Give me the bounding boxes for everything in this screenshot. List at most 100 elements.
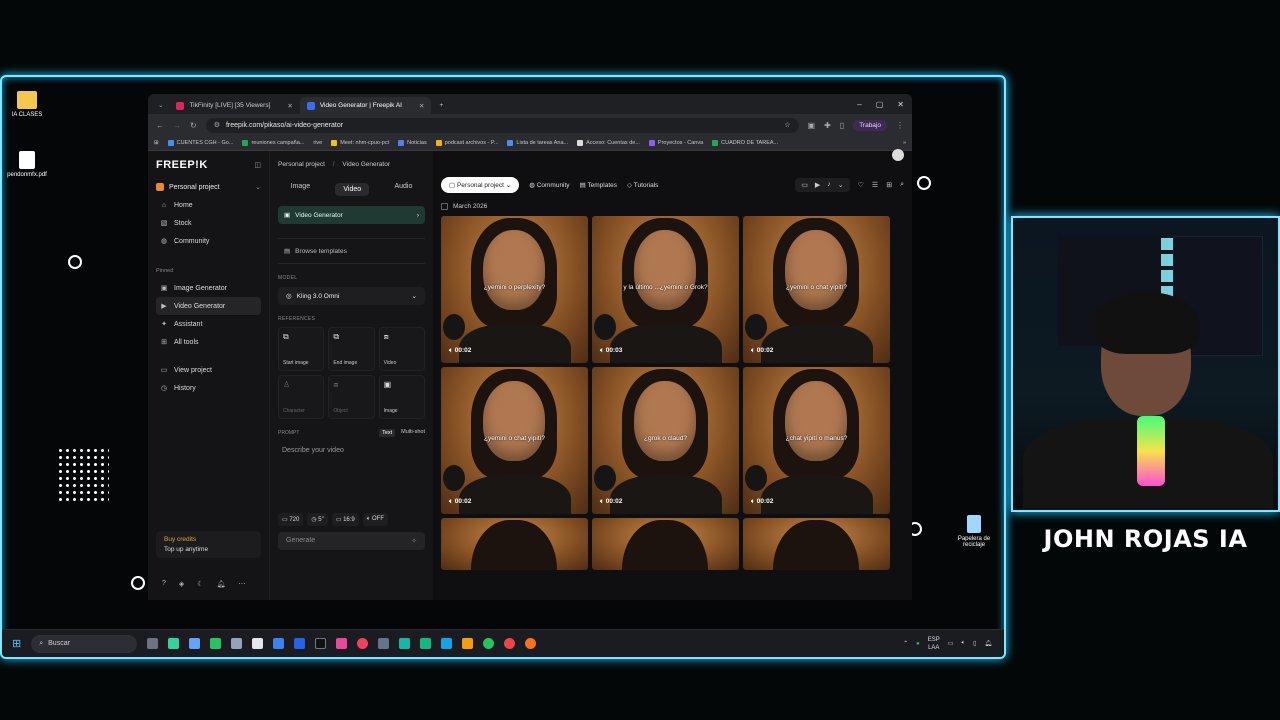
nav-history[interactable]: ◷ History [156, 379, 261, 397]
filter-tutorials[interactable]: ◇ Tutorials [627, 181, 658, 189]
duration-option[interactable]: ◷ 5" [307, 513, 328, 526]
tab-audio[interactable]: Audio [394, 183, 412, 196]
ref-end-image[interactable]: ⧉ End image [328, 327, 375, 371]
buy-credits-card[interactable]: Buy credits Top up anytime [156, 531, 261, 558]
tool-selector[interactable]: ▣ Video Generator › [278, 206, 425, 224]
chrome-icon[interactable] [525, 638, 537, 649]
chevron-up-icon[interactable]: ⌃ [903, 640, 908, 647]
profile-chip[interactable]: Trabajo [853, 119, 887, 131]
media-type-filter[interactable]: ▭ ▶ ♪ ⌄ [795, 178, 850, 192]
play-icon[interactable] [210, 638, 222, 649]
more-menu-icon[interactable]: ⋮ [896, 121, 904, 130]
select-all-checkbox[interactable] [441, 203, 448, 210]
tab-tikfinity[interactable]: TikFinity [LIVE] [35 Viewers] ✕ [169, 97, 299, 114]
close-window-icon[interactable]: ✕ [897, 100, 904, 109]
microphone-icon[interactable]: ● [916, 641, 920, 647]
capcut-icon[interactable] [315, 638, 327, 649]
sidepanel-icon[interactable]: ▯ [840, 121, 844, 130]
bookmark[interactable]: Lista de tareas Ana... [507, 140, 568, 146]
avatar[interactable] [892, 149, 904, 161]
model-select[interactable]: ◎ Kling 3.0 Omni ⌄ [278, 287, 425, 305]
network-icon[interactable]: ▭ [948, 640, 954, 647]
nav-community[interactable]: ◍ Community [156, 232, 261, 250]
taskbar-search[interactable]: ⌕ Buscar [31, 634, 138, 653]
browse-templates-button[interactable]: ▤ Browse templates [278, 238, 425, 264]
volume-icon[interactable]: 🔈︎ [961, 640, 965, 647]
apps-grid-icon[interactable]: ⊞ [154, 140, 159, 146]
tab-video-generator[interactable]: Video Generator | Freepik AI ✕ [299, 97, 432, 114]
ref-video[interactable]: ⧈ Video [378, 327, 425, 371]
project-selector[interactable]: Personal project ⌄ [156, 183, 261, 191]
new-tab-icon[interactable]: + [431, 102, 451, 114]
bookmark[interactable]: CUENTES CGH - Go... [167, 140, 233, 146]
app-icon[interactable] [441, 638, 453, 649]
video-card[interactable]: ¿yemini o chat yipití? 🔈︎ 00:02 [743, 216, 890, 363]
ref-start-image[interactable]: ⧉ Start image [278, 327, 325, 371]
vpn-icon[interactable] [420, 638, 432, 649]
nav-home[interactable]: ⌂ Home [156, 197, 261, 214]
bookmark[interactable]: Acceso: Cuentas de... [577, 140, 640, 146]
theme-moon-icon[interactable]: ☾ [197, 580, 203, 588]
ref-image[interactable]: ▣ Image [378, 375, 425, 419]
video-card[interactable]: ¿grok o claud? 🔈︎ 00:02 [592, 367, 739, 514]
url-input[interactable]: ⚙ freepik.com/pikaso/ai-video-generator … [205, 117, 799, 133]
bookmark-star-icon[interactable]: ☆ [784, 121, 790, 129]
filter-templates[interactable]: ▤ Templates [580, 181, 617, 189]
video-card[interactable] [441, 518, 588, 570]
site-info-icon[interactable]: ⚙ [214, 121, 220, 129]
more-icon[interactable]: ⋯ [238, 580, 245, 588]
copilot-icon[interactable] [168, 638, 180, 649]
maximize-icon[interactable]: ▢ [876, 100, 884, 109]
more-bookmarks-icon[interactable]: » [903, 140, 906, 146]
chrome-icon[interactable] [504, 638, 516, 649]
bookmark[interactable]: Meet: nhm-cpuo-pct [331, 140, 389, 146]
desktop-icon-ia-clases[interactable]: IA CLASES [2, 91, 52, 118]
file-explorer-icon[interactable] [462, 638, 474, 649]
tab-video[interactable]: Video [335, 183, 370, 196]
bookmark[interactable]: CUADRO DE TAREA... [712, 140, 778, 146]
app-icon[interactable] [273, 638, 285, 649]
language-indicator[interactable]: ESP LAA [928, 636, 940, 652]
layers-icon[interactable]: ◈ [179, 580, 184, 588]
prompt-input[interactable]: Describe your video [278, 443, 425, 513]
help-icon[interactable]: ? [162, 580, 166, 588]
edge-icon[interactable] [399, 638, 411, 649]
back-icon[interactable]: ← [156, 121, 164, 130]
collapse-sidebar-icon[interactable]: ◫ [254, 161, 261, 169]
battery-icon[interactable]: ▯ [973, 640, 976, 647]
filter-community[interactable]: ◍ Community [529, 181, 569, 189]
settings-sliders-icon[interactable]: ☰ [872, 181, 878, 189]
store-icon[interactable] [189, 638, 201, 649]
close-icon[interactable]: ✕ [287, 102, 292, 110]
prompt-mode-multishot[interactable]: Multi-shot [401, 429, 425, 437]
nav-all-tools[interactable]: ⊞ All tools [156, 333, 261, 351]
task-view-icon[interactable] [147, 638, 159, 649]
video-card[interactable]: y la último ...¿yemini o Grok? 🔈︎ 00:03 [592, 216, 739, 363]
bookmark[interactable]: reuniones campaña... [242, 140, 304, 146]
tiktok-icon[interactable] [336, 638, 348, 649]
prompt-mode-text[interactable]: Text [379, 429, 396, 437]
reload-icon[interactable]: ↻ [190, 121, 197, 130]
grid-view-icon[interactable]: ⊞ [886, 181, 892, 189]
forward-icon[interactable]: → [173, 121, 181, 130]
notification-bell-icon[interactable]: 🔔︎ [984, 640, 992, 647]
app-icon[interactable] [252, 638, 264, 649]
audio-option[interactable]: 🔈︎ OFF [362, 513, 389, 526]
tab-image[interactable]: Image [291, 183, 310, 196]
nav-video-generator[interactable]: ▶ Video Generator [156, 297, 261, 315]
playstation-icon[interactable] [294, 638, 306, 649]
aspect-option[interactable]: ▭ 16:9 [331, 513, 359, 526]
obs-icon[interactable] [357, 638, 369, 649]
nav-image-generator[interactable]: ▣ Image Generator [156, 279, 261, 297]
desktop-icon-pdf[interactable]: pendonmfx.pdf [2, 151, 52, 178]
freepik-logo[interactable]: FREEP!K [156, 159, 208, 171]
close-icon[interactable]: ✕ [419, 102, 424, 110]
search-icon[interactable]: ⌕ [900, 181, 904, 189]
video-card[interactable]: ¿chat yipití o manus? 🔈︎ 00:02 [743, 367, 890, 514]
minimize-icon[interactable]: – [857, 100, 861, 109]
video-card[interactable]: ¿yemini o perplexity? 🔈︎ 00:02 [441, 216, 588, 363]
app-icon[interactable] [378, 638, 390, 649]
ref-object[interactable]: ⧈ Object [328, 375, 375, 419]
bookmark[interactable]: rive [313, 140, 322, 146]
bookmark[interactable]: podcast archivos - P... [435, 140, 498, 146]
